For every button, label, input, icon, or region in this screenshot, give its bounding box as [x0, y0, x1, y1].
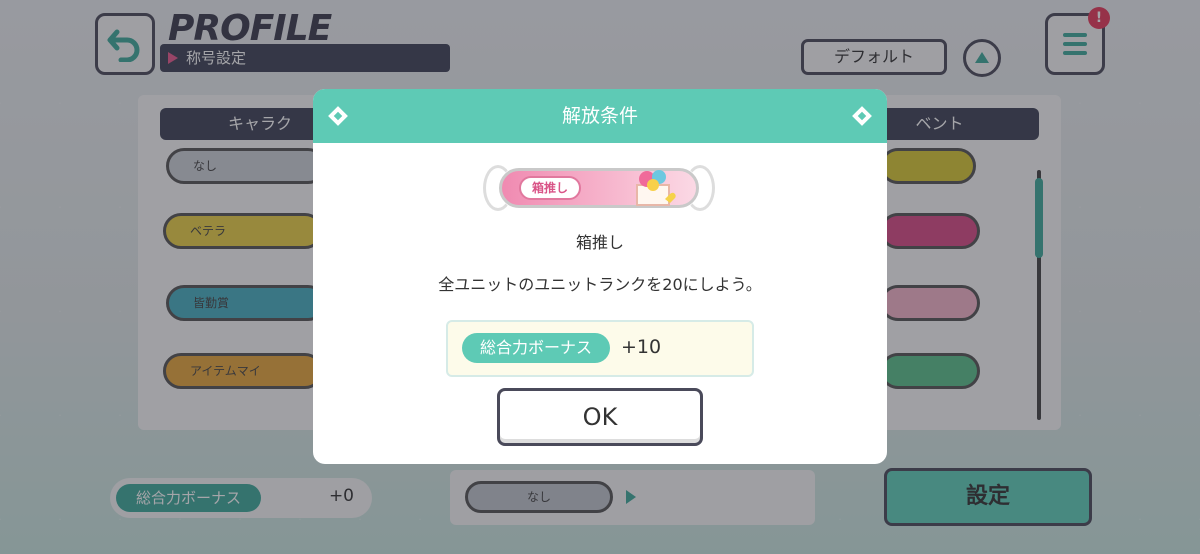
dialog-title: 解放条件 [561, 105, 638, 127]
dialog-header: 解放条件 [313, 89, 887, 143]
diamond-icon [328, 106, 348, 126]
unlock-condition-text: 全ユニットのユニットランクを20にしよう。 [438, 275, 762, 294]
diamond-icon [852, 106, 872, 126]
ok-button[interactable]: OK [497, 388, 703, 446]
bonus-value: +10 [621, 336, 662, 358]
title-badge: 箱推し [483, 161, 715, 215]
bonus-label: 総合力ボーナス [462, 333, 610, 363]
title-name: 箱推し [575, 233, 624, 252]
unlock-condition-dialog: 解放条件 箱推し 箱推し 全ユニットのユニットランクを20にしよう。 総合力ボー… [313, 89, 887, 464]
title-bonus-box: 総合力ボーナス +10 [446, 320, 754, 377]
gift-box-icon [636, 170, 676, 206]
badge-tag: 箱推し [519, 176, 581, 200]
